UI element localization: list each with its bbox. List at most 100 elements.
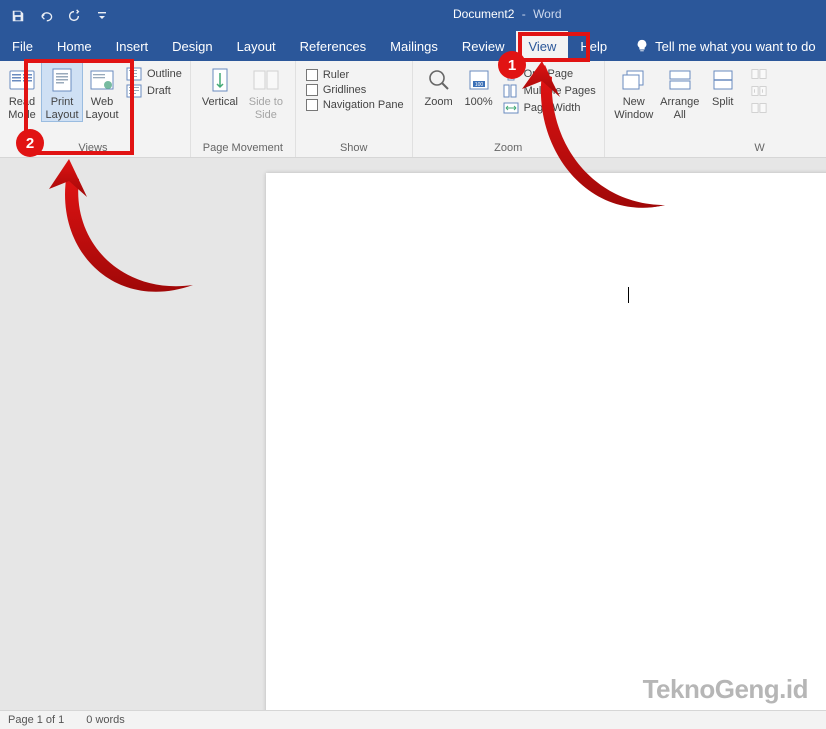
page-width-icon: [503, 101, 519, 115]
draft-icon: [126, 84, 142, 98]
group-show: Ruler Gridlines Navigation Pane Show: [296, 61, 413, 157]
web-layout-label: Web Layout: [84, 96, 120, 121]
undo-button[interactable]: [36, 6, 56, 26]
one-page-label: One Page: [524, 68, 574, 80]
reset-window-button[interactable]: [751, 101, 767, 115]
vertical-icon: [206, 67, 234, 93]
checkbox-icon: [306, 99, 318, 111]
qat-customize-button[interactable]: [92, 6, 112, 26]
tab-file[interactable]: File: [0, 31, 45, 61]
tab-references[interactable]: References: [288, 31, 378, 61]
arrange-all-button[interactable]: Arrange All: [657, 63, 703, 121]
tab-insert[interactable]: Insert: [104, 31, 161, 61]
split-button[interactable]: Split: [703, 63, 743, 109]
document-page[interactable]: [266, 173, 826, 710]
show-group-label: Show: [302, 140, 406, 157]
side-to-side-label: Side to Side: [245, 96, 287, 121]
page-movement-group-label: Page Movement: [197, 140, 289, 157]
split-label: Split: [712, 96, 733, 109]
reset-window-icon: [751, 101, 767, 115]
outline-icon: [126, 67, 142, 81]
window-group-label: W: [611, 140, 769, 157]
side-to-side-icon: [252, 67, 280, 93]
split-icon: [709, 67, 737, 93]
print-layout-button[interactable]: Print Layout: [42, 63, 82, 121]
tab-review[interactable]: Review: [450, 31, 517, 61]
word-count[interactable]: 0 words: [86, 714, 125, 726]
ribbon-tabs: File Home Insert Design Layout Reference…: [0, 31, 826, 61]
web-layout-icon: [88, 67, 116, 93]
sync-scroll-icon: [751, 84, 767, 98]
tell-me-search[interactable]: Tell me what you want to do: [625, 31, 825, 61]
print-layout-label: Print Layout: [44, 96, 80, 121]
group-zoom: Zoom 100 100% One Page: [413, 61, 605, 157]
arrange-all-label: Arrange All: [659, 96, 701, 121]
tab-layout[interactable]: Layout: [225, 31, 288, 61]
zoom-button[interactable]: Zoom: [419, 63, 459, 109]
group-views: Read Mode Print Layout Web Layout: [0, 61, 191, 157]
arrange-all-icon: [666, 67, 694, 93]
navigation-pane-label: Navigation Pane: [323, 99, 404, 111]
one-page-button[interactable]: One Page: [503, 67, 596, 81]
web-layout-button[interactable]: Web Layout: [82, 63, 122, 121]
new-window-button[interactable]: New Window: [611, 63, 657, 121]
checkbox-icon: [306, 69, 318, 81]
side-by-side-icon: [751, 67, 767, 81]
quick-access-toolbar: [0, 6, 112, 26]
read-mode-button[interactable]: Read Mode: [2, 63, 42, 121]
print-layout-icon: [48, 67, 76, 93]
ribbon: Read Mode Print Layout Web Layout: [0, 61, 826, 158]
side-to-side-button: Side to Side: [243, 63, 289, 121]
svg-text:100: 100: [474, 82, 483, 88]
app-name: Word: [533, 7, 561, 21]
outline-button[interactable]: Outline: [126, 67, 182, 81]
save-button[interactable]: [8, 6, 28, 26]
zoom-100-button[interactable]: 100 100%: [459, 63, 499, 109]
draft-button[interactable]: Draft: [126, 84, 182, 98]
multiple-pages-button[interactable]: Multiple Pages: [503, 84, 596, 98]
tell-me-label: Tell me what you want to do: [655, 39, 815, 54]
one-page-icon: [503, 67, 519, 81]
page-indicator[interactable]: Page 1 of 1: [8, 714, 64, 726]
window-title: Document2 - Word: [453, 7, 562, 21]
multiple-pages-icon: [503, 84, 519, 98]
checkbox-icon: [306, 84, 318, 96]
new-window-icon: [620, 67, 648, 93]
view-side-by-side-button[interactable]: [751, 67, 767, 81]
document-area[interactable]: [0, 158, 826, 710]
group-window: New Window Arrange All Split: [605, 61, 775, 157]
group-page-movement: Vertical Side to Side Page Movement: [191, 61, 296, 157]
outline-label: Outline: [147, 68, 182, 80]
document-name: Document2: [453, 7, 514, 21]
page-width-label: Page Width: [524, 102, 581, 114]
draft-label: Draft: [147, 85, 171, 97]
zoom-label: Zoom: [425, 96, 453, 109]
page-width-button[interactable]: Page Width: [503, 101, 596, 115]
zoom-icon: [425, 67, 453, 93]
text-cursor: [628, 287, 629, 303]
sync-scroll-button[interactable]: [751, 84, 767, 98]
zoom-100-label: 100%: [465, 96, 493, 109]
tab-design[interactable]: Design: [160, 31, 224, 61]
ruler-checkbox[interactable]: Ruler: [306, 69, 404, 81]
redo-button[interactable]: [64, 6, 84, 26]
zoom-100-icon: 100: [465, 67, 493, 93]
vertical-label: Vertical: [202, 96, 238, 109]
navigation-pane-checkbox[interactable]: Navigation Pane: [306, 99, 404, 111]
gridlines-checkbox[interactable]: Gridlines: [306, 84, 404, 96]
lightbulb-icon: [635, 39, 649, 53]
gridlines-label: Gridlines: [323, 84, 366, 96]
status-bar: Page 1 of 1 0 words: [0, 710, 826, 729]
new-window-label: New Window: [613, 96, 655, 121]
title-bar: Document2 - Word: [0, 0, 826, 31]
read-mode-label: Read Mode: [4, 96, 40, 121]
vertical-button[interactable]: Vertical: [197, 63, 243, 109]
tab-mailings[interactable]: Mailings: [378, 31, 450, 61]
tab-home[interactable]: Home: [45, 31, 104, 61]
multiple-pages-label: Multiple Pages: [524, 85, 596, 97]
read-mode-icon: [8, 67, 36, 93]
tab-help[interactable]: Help: [568, 31, 619, 61]
tab-view[interactable]: View: [516, 31, 568, 61]
ruler-label: Ruler: [323, 69, 349, 81]
title-separator: -: [522, 7, 526, 21]
